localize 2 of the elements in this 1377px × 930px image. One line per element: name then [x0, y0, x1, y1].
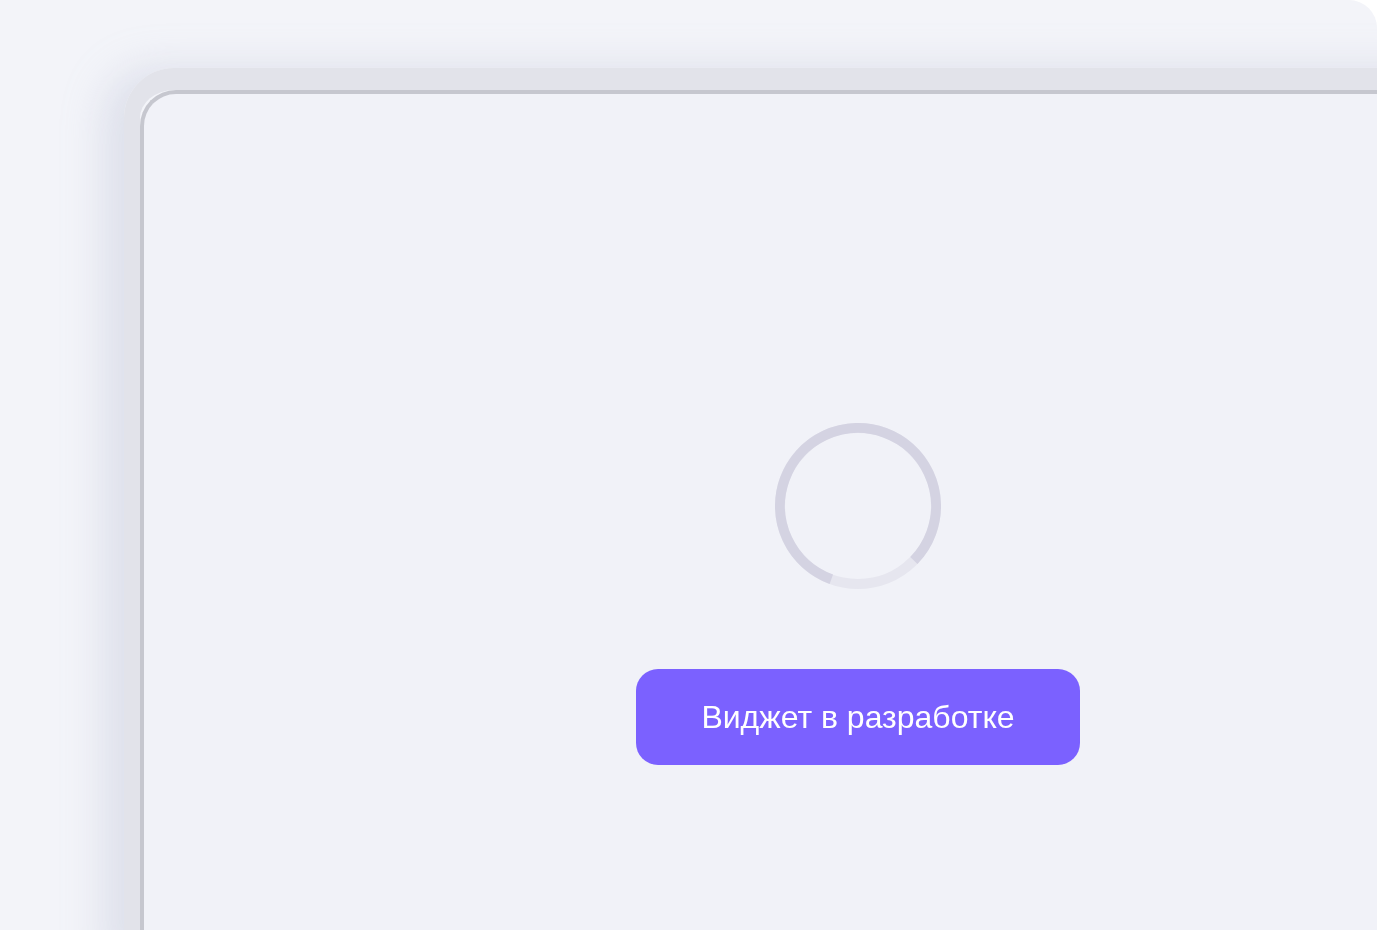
notice-badge: Виджет в разработке	[636, 669, 1080, 765]
loading-spinner-icon	[775, 423, 941, 589]
